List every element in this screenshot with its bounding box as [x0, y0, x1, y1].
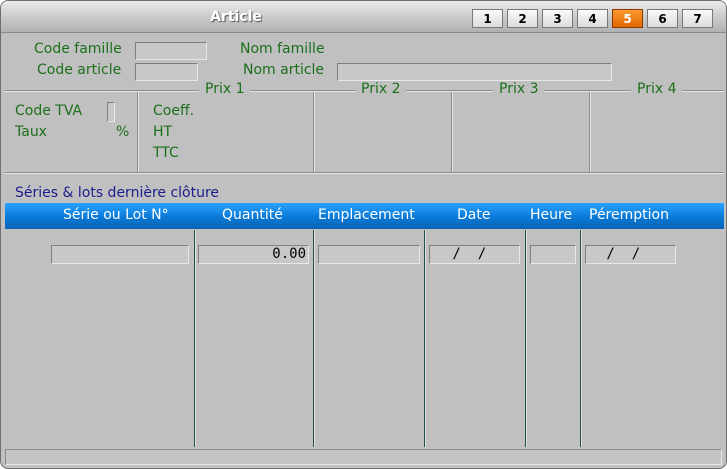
status-bar	[5, 449, 722, 465]
prices-divider-3	[451, 92, 453, 172]
lots-section-title: Séries & lots dernière clôture	[15, 185, 220, 201]
col-emplacement-header[interactable]: Emplacement	[318, 207, 415, 223]
tab-3[interactable]: 3	[542, 9, 573, 28]
prices-divider-2	[313, 92, 315, 172]
ht-label: HT	[153, 124, 173, 140]
row-serie-cell[interactable]	[51, 245, 189, 264]
col-heure-header[interactable]: Heure	[530, 207, 572, 223]
tab-5[interactable]: 5	[612, 9, 643, 28]
nom-article-field[interactable]	[337, 63, 612, 81]
prix-3-header: Prix 3	[493, 81, 545, 97]
code-famille-field[interactable]	[135, 42, 207, 60]
taux-label: Taux	[15, 124, 47, 140]
grid-col-divider-2	[313, 230, 315, 447]
grid-col-divider-3	[424, 230, 426, 447]
row-quantite-cell[interactable]: 0.00	[198, 245, 309, 264]
code-famille-label: Code famille	[34, 41, 122, 57]
article-window: Article 1 2 3 4 5 6 7 Code famille Code …	[0, 0, 727, 469]
row-date-cell[interactable]: / /	[429, 245, 520, 264]
tab-6[interactable]: 6	[647, 9, 678, 28]
tab-4[interactable]: 4	[577, 9, 608, 28]
code-article-label: Code article	[37, 62, 122, 78]
code-tva-label: Code TVA	[15, 103, 83, 119]
coeff-label: Coeff.	[153, 103, 195, 119]
grid-col-divider-4	[525, 230, 527, 447]
col-serie-header[interactable]: Série ou Lot N°	[63, 207, 169, 223]
tab-1[interactable]: 1	[472, 9, 503, 28]
taux-percent-sign: %	[116, 124, 130, 140]
col-peremption-header[interactable]: Péremption	[589, 207, 669, 223]
prix-2-header: Prix 2	[355, 81, 407, 97]
lots-grid-header: Série ou Lot N° Quantité Emplacement Dat…	[5, 203, 724, 229]
col-date-header[interactable]: Date	[457, 207, 490, 223]
title-bar: Article 1 2 3 4 5 6 7	[1, 1, 726, 33]
row-heure-cell[interactable]	[530, 245, 576, 264]
ttc-label: TTC	[153, 145, 179, 161]
window-title: Article	[210, 9, 262, 25]
code-tva-field[interactable]	[107, 102, 115, 122]
nom-article-label: Nom article	[243, 62, 325, 78]
tab-2[interactable]: 2	[507, 9, 538, 28]
prices-divider-4	[589, 92, 591, 172]
page-tabs: 1 2 3 4 5 6 7	[472, 9, 717, 28]
prix-4-header: Prix 4	[631, 81, 683, 97]
code-article-field[interactable]	[135, 63, 198, 81]
prices-bottom-divider	[5, 172, 724, 174]
grid-col-divider-5	[580, 230, 582, 447]
nom-famille-label: Nom famille	[240, 41, 325, 57]
row-peremption-cell[interactable]: / /	[585, 245, 676, 264]
tab-7[interactable]: 7	[682, 9, 713, 28]
prix-1-header: Prix 1	[199, 81, 251, 97]
prices-divider-1	[137, 92, 139, 172]
row-emplacement-cell[interactable]	[318, 245, 420, 264]
col-quantite-header[interactable]: Quantité	[222, 207, 283, 223]
grid-col-divider-1	[194, 230, 196, 447]
